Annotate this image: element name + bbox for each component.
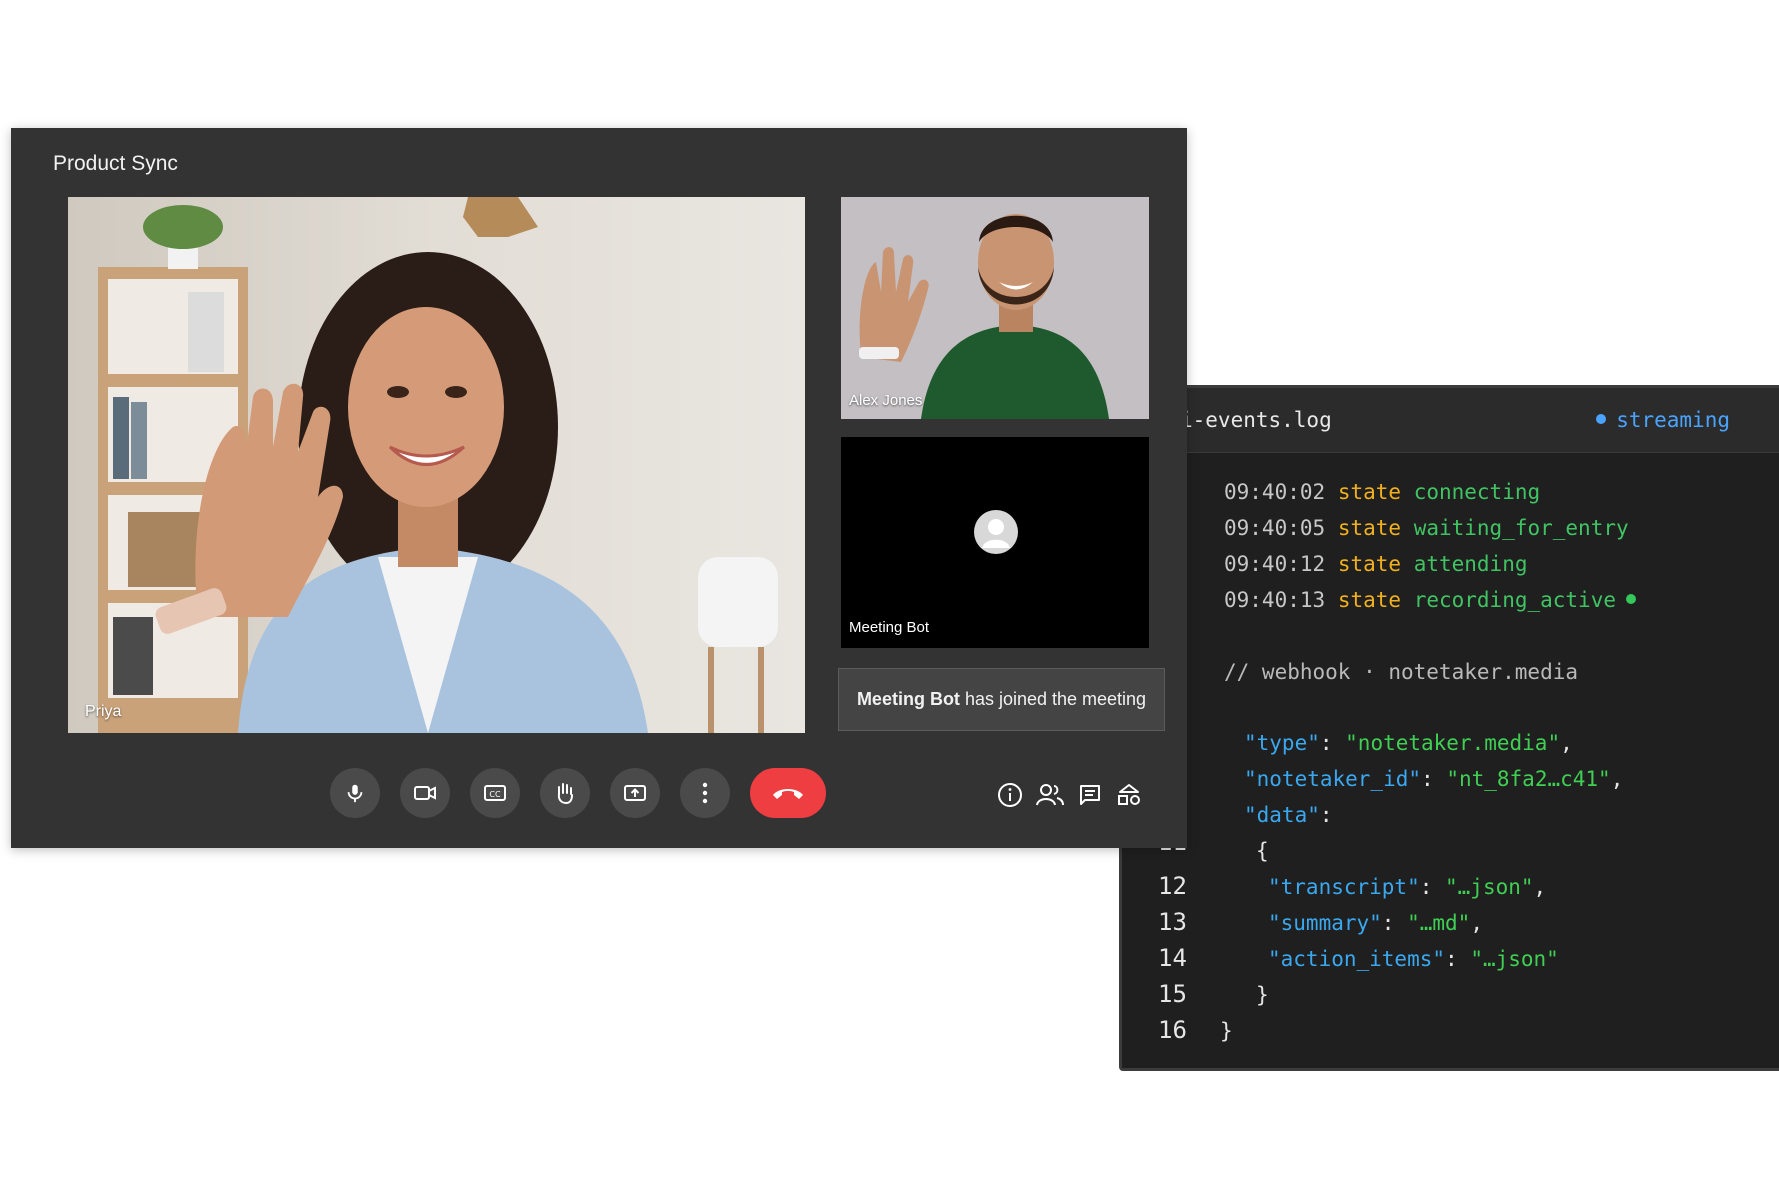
live-dot-icon (1625, 594, 1636, 604)
status-dot-icon (1596, 414, 1607, 424)
meeting-window: Product Sync Priya Alex Jones Meeting Bo… (11, 128, 1187, 848)
participant-video (841, 197, 1149, 419)
participant-video (68, 197, 805, 733)
join-notification: Meeting Bot has joined the meeting (838, 668, 1165, 731)
captions-button[interactable]: CC (470, 768, 520, 818)
stream-status: streaming (1596, 408, 1730, 432)
participant-name-alex: Alex Jones (849, 392, 923, 409)
stream-status-label: streaming (1616, 408, 1730, 432)
log-header: i-events.log streaming (1122, 388, 1779, 453)
json-line: "data": (1244, 803, 1333, 827)
hang-up-icon (773, 789, 803, 799)
log-comment: // webhook · notetaker.media (1224, 660, 1579, 684)
log-panel: i-events.log streaming 09:40:02 state co… (1119, 385, 1779, 1071)
hand-icon (557, 783, 573, 805)
json-line: "notetaker_id": "nt_8fa2…c41", (1244, 767, 1624, 791)
video-tile-alex[interactable]: Alex Jones (841, 197, 1149, 419)
log-event-row: 09:40:12 state attending (1224, 552, 1528, 576)
line-number: 13 (1158, 908, 1187, 936)
people-button[interactable] (1036, 781, 1064, 809)
raise-hand-button[interactable] (540, 768, 590, 818)
people-icon (1036, 784, 1064, 806)
json-line: "summary": "…md", (1268, 911, 1483, 935)
json-line: { (1256, 839, 1269, 863)
activities-icon (1118, 784, 1140, 805)
microphone-button[interactable] (330, 768, 380, 818)
log-event-row: 09:40:13 state recording_active (1224, 588, 1636, 624)
activities-button[interactable] (1115, 781, 1143, 809)
toast-participant-name: Meeting Bot (856, 689, 960, 709)
video-tile-main[interactable]: Priya (68, 197, 805, 733)
line-number: 15 (1158, 980, 1187, 1008)
avatar-icon (974, 510, 1018, 554)
line-number: 16 (1158, 1016, 1187, 1044)
log-filename: i-events.log (1180, 408, 1332, 432)
meeting-info-button[interactable] (996, 781, 1024, 809)
video-tile-bot[interactable]: Meeting Bot (841, 437, 1149, 648)
captions-icon: CC (484, 785, 506, 801)
line-number: 12 (1158, 872, 1187, 900)
json-line: "transcript": "…json", (1268, 875, 1547, 899)
microphone-icon (347, 784, 363, 803)
log-event-row: 09:40:05 state waiting_for_entry (1224, 516, 1629, 540)
log-event-row: 09:40:02 state connecting (1224, 480, 1541, 504)
chat-button[interactable] (1076, 781, 1104, 809)
end-call-button[interactable] (750, 768, 826, 818)
json-line: } (1256, 983, 1269, 1007)
meeting-title: Product Sync (53, 152, 178, 175)
camera-button[interactable] (400, 768, 450, 818)
participant-name-main: Priya (85, 703, 122, 720)
present-screen-button[interactable] (610, 768, 660, 818)
present-icon (624, 785, 646, 801)
camera-icon (414, 786, 436, 800)
chat-icon (1080, 785, 1100, 805)
participant-name-bot: Meeting Bot (849, 619, 930, 636)
json-line: } (1220, 1019, 1233, 1043)
info-icon (998, 783, 1022, 807)
toast-message: has joined the meeting (964, 689, 1147, 709)
more-options-button[interactable] (680, 768, 730, 818)
json-line: "type": "notetaker.media", (1244, 731, 1573, 755)
json-line: "action_items": "…json" (1268, 947, 1559, 971)
line-number: 14 (1158, 944, 1187, 972)
svg-text:CC: CC (489, 790, 501, 799)
more-vertical-icon (702, 782, 708, 804)
